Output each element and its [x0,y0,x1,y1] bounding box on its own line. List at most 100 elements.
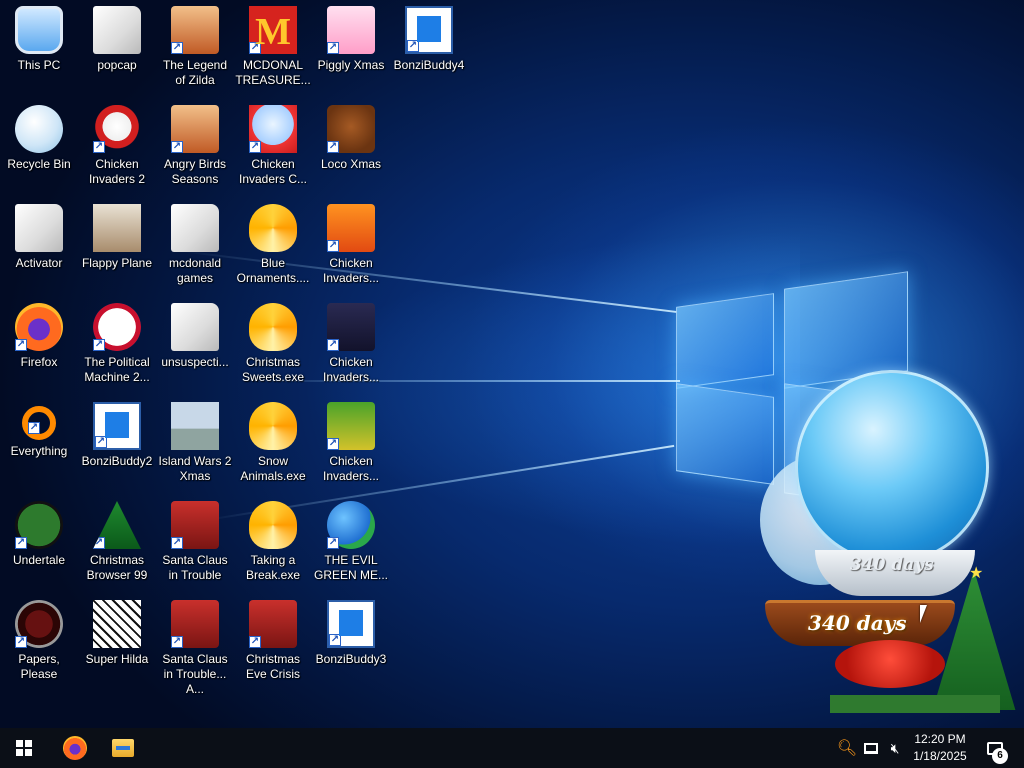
taskbar: 🔍︎ 🔇︎ 12:20 PM 1/18/2025 6 [0,728,1024,768]
desktop-icon-label: Firefox [20,355,58,369]
desktop-icon-label: THE EVIL GREEN ME... [313,553,388,582]
red-dome-decoration [835,640,945,688]
desktop-icon-recycle-bin[interactable]: Recycle Bin [0,99,78,195]
tray-volume-button[interactable]: 🔇︎ [884,728,906,768]
desktop-icon-label: Chicken Invaders... [322,355,380,384]
pig-icon: ↗ [327,6,375,54]
snow-globe-countdown-widget[interactable]: 340 days 340 days ★ [740,365,1024,730]
desktop-icon-label: MCDONAL TREASURE... [235,58,311,87]
game-icon: ↗ [171,6,219,54]
desktop-icon-island-wars-2-xmas[interactable]: Island Wars 2 Xmas [156,396,234,492]
christmas-tree-icon: ↗ [93,501,141,549]
desktop-icon-bonzibuddy2[interactable]: ↗ BonziBuddy2 [78,396,156,492]
search-icon: ↗ [22,406,56,440]
firefox-icon: ↗ [15,303,63,351]
desktop-icon-chicken-invaders[interactable]: ↗ Chicken Invaders... [312,198,390,294]
msn-icon: ↗ [327,501,375,549]
desktop-icon-chicken-invaders[interactable]: ↗ Chicken Invaders... [312,297,390,393]
star-icon: ★ [969,565,984,582]
start-button[interactable] [0,728,48,768]
desktop-icon-snow-animals-exe[interactable]: Snow Animals.exe [234,396,312,492]
desktop-icon-label: Blue Ornaments.... [236,256,310,285]
desktop-icon-flappy-plane[interactable]: Flappy Plane [78,198,156,294]
photo-icon [93,204,141,252]
desktop-icon-bonzibuddy3[interactable]: ↗ BonziBuddy3 [312,594,390,690]
desktop-icon-unsuspecti[interactable]: unsuspecti... [156,297,234,393]
desktop-icon-popcap[interactable]: popcap [78,0,156,96]
desktop-icon-christmas-browser-99[interactable]: ↗ Christmas Browser 99 [78,495,156,591]
network-icon [864,742,878,754]
desktop-icon-label: Angry Birds Seasons [163,157,227,186]
desktop-icon-angry-birds-seasons[interactable]: ↗ Angry Birds Seasons [156,99,234,195]
desktop-icon-undertale[interactable]: ↗ Undertale [0,495,78,591]
shortcut-arrow-icon: ↗ [327,141,339,153]
desktop-icon-firefox[interactable]: ↗ Firefox [0,297,78,393]
snowman-icon: ↗ [249,105,297,153]
mouse-cursor-icon [920,605,927,623]
desktop-icon-activator[interactable]: Activator [0,198,78,294]
tray-network-button[interactable] [860,728,882,768]
shortcut-arrow-icon: ↗ [249,636,261,648]
angry-birds-icon: ↗ [171,105,219,153]
insects-icon: ↗ [327,303,375,351]
shortcut-arrow-icon: ↗ [93,141,105,153]
snow-globe [795,370,989,564]
desktop-icon-label: Everything [10,444,68,458]
mcdonalds-icon: ↗ [249,6,297,54]
santa-icon: ↗ [171,501,219,549]
desktop-icon-piggly-xmas[interactable]: ↗ Piggly Xmas [312,0,390,96]
desktop-icon-christmas-eve-crisis[interactable]: ↗ Christmas Eve Crisis [234,594,312,690]
desktop-icon-santa-claus-in-trouble-a[interactable]: ↗ Santa Claus in Trouble... A... [156,594,234,696]
shortcut-arrow-icon: ↗ [171,537,183,549]
shortcut-arrow-icon: ↗ [407,40,419,52]
desktop-icon-the-political-machine-2[interactable]: ↗ The Political Machine 2... [78,297,156,393]
taskbar-firefox-button[interactable] [51,728,99,768]
recycle-bin-icon [15,105,63,153]
desktop-icon-super-hilda[interactable]: Super Hilda [78,594,156,690]
desktop-icon-papers-please[interactable]: ↗ Papers, Please [0,594,78,690]
desktop-icon-chicken-invaders[interactable]: ↗ Chicken Invaders... [312,396,390,492]
desktop-icon-blue-ornaments[interactable]: Blue Ornaments.... [234,198,312,294]
ornament-icon [249,303,297,351]
clock-date: 1/18/2025 [913,749,967,763]
papers-please-icon: ↗ [15,600,63,648]
desktop-icon-taking-a-break-exe[interactable]: Taking a Break.exe [234,495,312,591]
desktop-icon-label: Snow Animals.exe [240,454,306,483]
desktop-icon-bonzibuddy4[interactable]: ↗ BonziBuddy4 [390,0,468,96]
desktop-icon-label: Christmas Sweets.exe [241,355,305,384]
firefox-icon [63,736,87,760]
chicken-icon: ↗ [93,105,141,153]
bonzibuddy-icon: ↗ [327,600,375,648]
desktop-icon-loco-xmas[interactable]: ↗ Loco Xmas [312,99,390,195]
desktop-icon-santa-claus-in-trouble[interactable]: ↗ Santa Claus in Trouble [156,495,234,591]
desktop-icon-label: Taking a Break.exe [245,553,301,582]
desktop-icon-mcdonal-treasure[interactable]: ↗ MCDONAL TREASURE... [234,0,312,96]
desktop-icon-label: Christmas Eve Crisis [245,652,300,681]
desktop-icon-christmas-sweets-exe[interactable]: Christmas Sweets.exe [234,297,312,393]
shortcut-arrow-icon: ↗ [327,438,339,450]
desktop-icon-the-evil-green-me[interactable]: ↗ THE EVIL GREEN ME... [312,495,390,591]
shortcut-arrow-icon: ↗ [327,339,339,351]
desktop-icon-label: Recycle Bin [7,157,71,171]
ornament-icon [249,501,297,549]
desktop-icon-label: Undertale [12,553,66,567]
desktop-icon-chicken-invaders-c[interactable]: ↗ Chicken Invaders C... [234,99,312,195]
volume-muted-icon: 🔇︎ [890,739,900,756]
desktop-icon-the-legend-of-zilda[interactable]: ↗ The Legend of Zilda [156,0,234,96]
desktop-icon-label: mcdonald games [168,256,222,285]
taskbar-file-explorer-button[interactable] [99,728,147,768]
shortcut-arrow-icon: ↗ [171,42,183,54]
desktop-icon-chicken-invaders-2[interactable]: ↗ Chicken Invaders 2 [78,99,156,195]
desktop-icon-label: Island Wars 2 Xmas [158,454,232,483]
tray-search-button[interactable]: 🔍︎ [836,728,858,768]
desktop-icon-label: unsuspecti... [161,355,229,369]
taskbar-clock[interactable]: 12:20 PM 1/18/2025 [906,731,974,765]
santa-icon: ↗ [171,600,219,648]
desktop-icon-this-pc[interactable]: This PC [0,0,78,96]
shortcut-arrow-icon: ↗ [93,537,105,549]
desktop-icon-label: Activator [15,256,63,270]
desktop-icon-everything[interactable]: ↗ Everything [0,396,78,492]
clock-time: 12:20 PM [914,732,966,746]
desktop-icon-mcdonald-games[interactable]: mcdonald games [156,198,234,294]
desktop-icon-label: BonziBuddy2 [81,454,153,468]
